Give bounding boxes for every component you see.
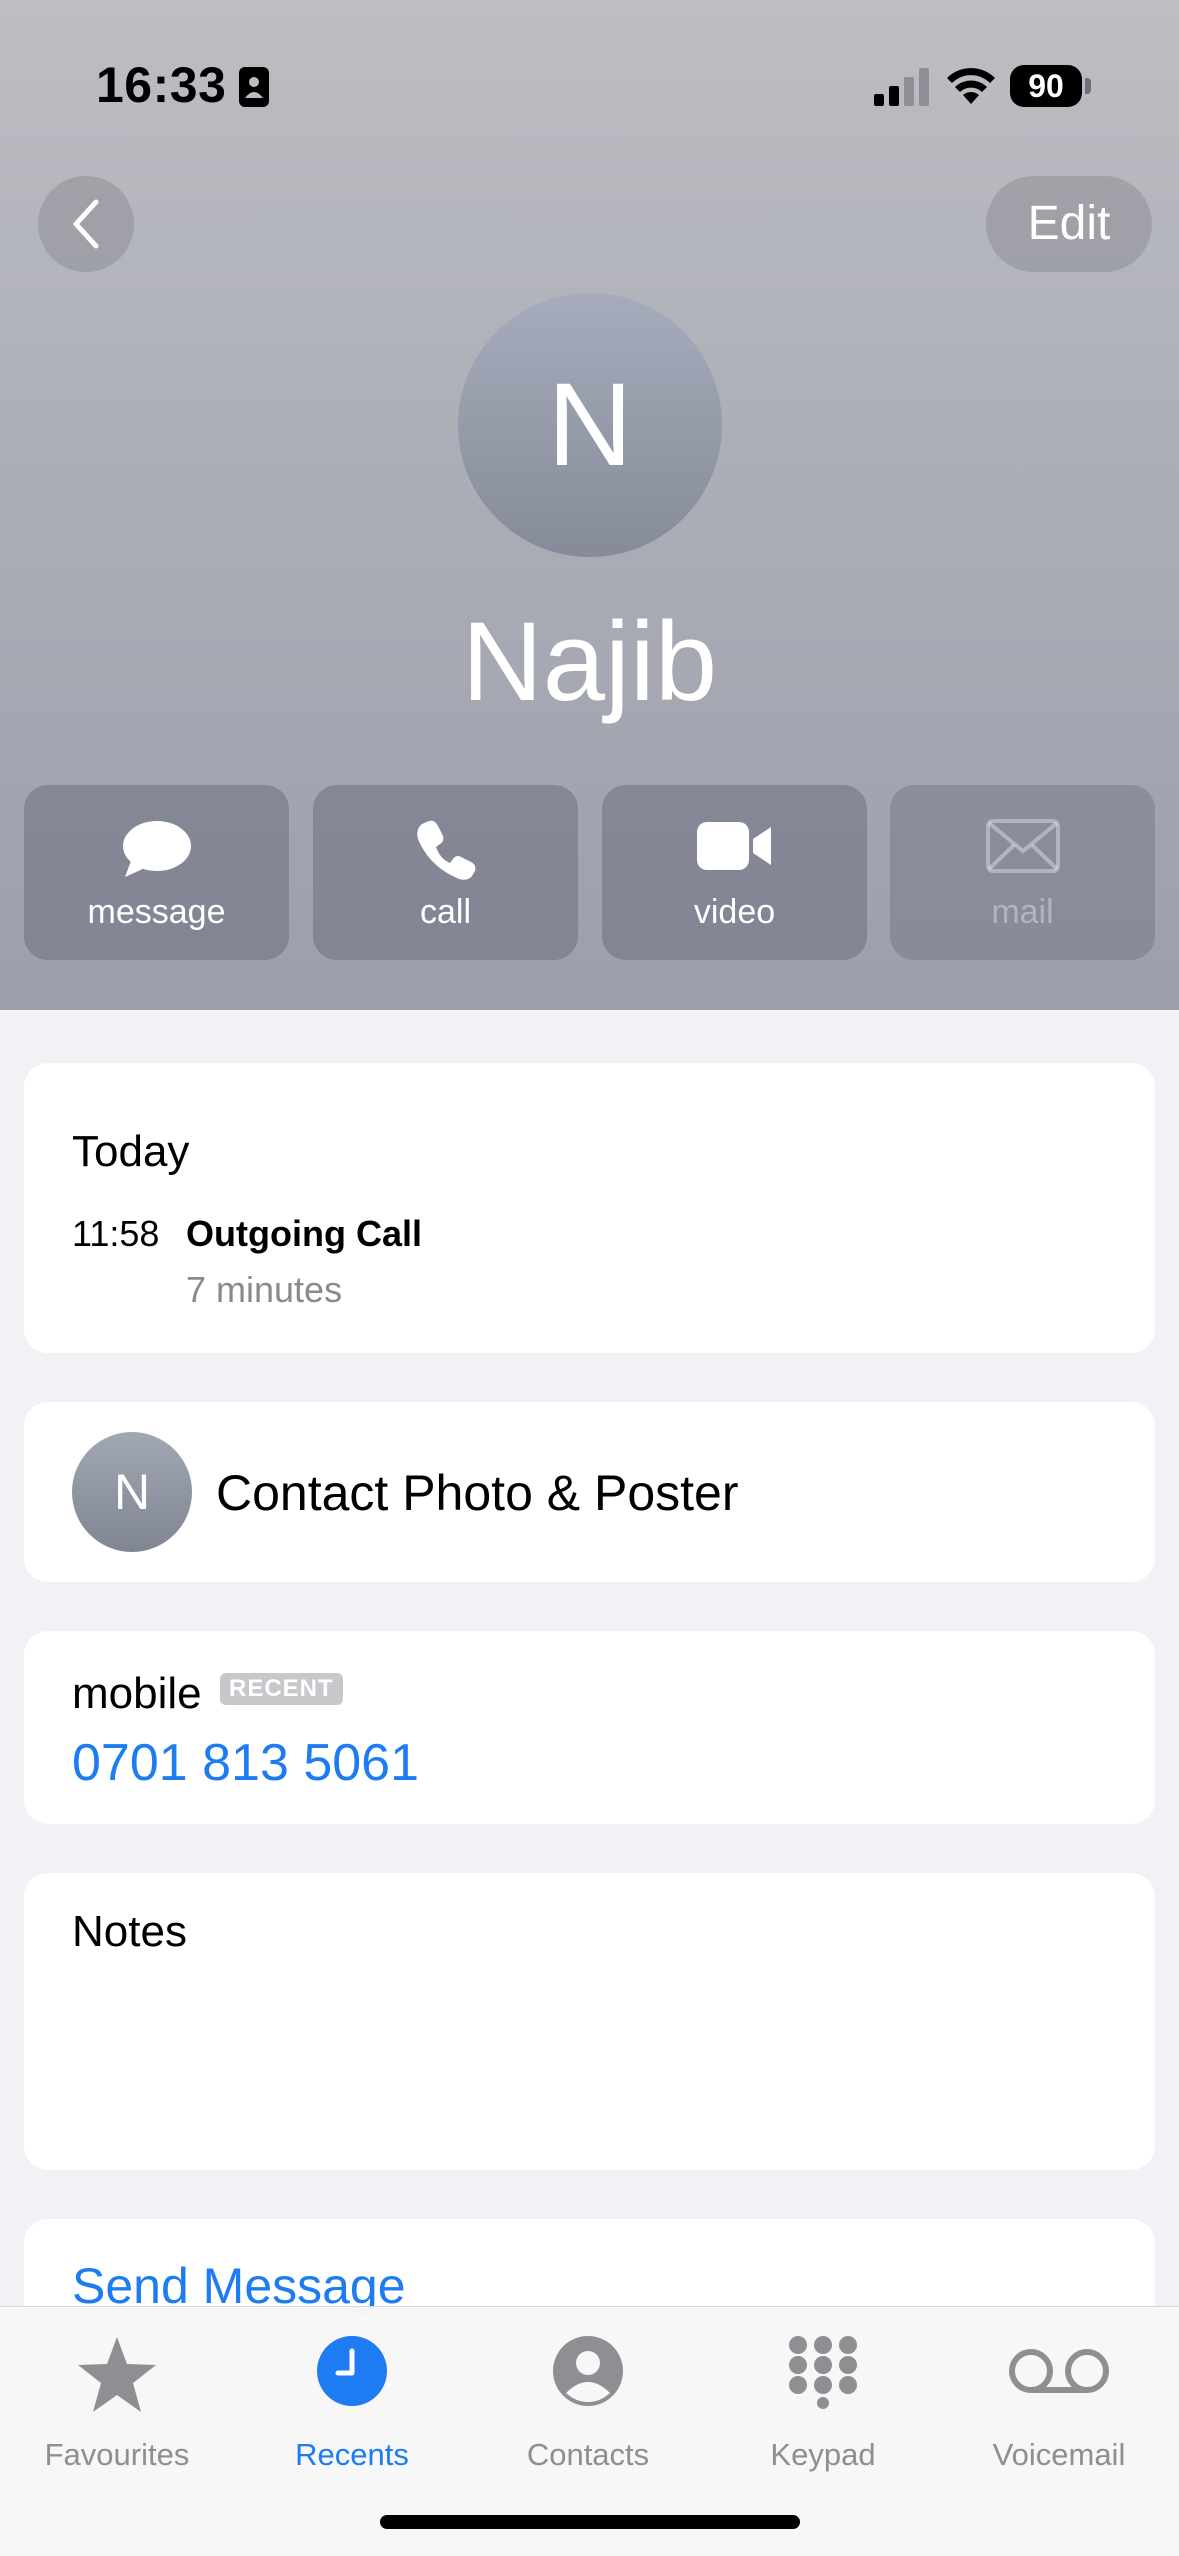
recent-day: Today [72, 1127, 190, 1176]
message-button[interactable]: message [24, 785, 289, 960]
keypad-icon [789, 2336, 857, 2409]
edit-button[interactable]: Edit [986, 176, 1152, 272]
call-type: Outgoing Call [186, 1213, 422, 1254]
phone-number-card[interactable]: mobile RECENT 0701 813 5061 [24, 1631, 1155, 1824]
action-row: message call video mail [24, 785, 1155, 960]
tab-contacts[interactable]: Contacts [473, 2327, 703, 2477]
video-button[interactable]: video [602, 785, 867, 960]
notes-label: Notes [72, 1907, 187, 1956]
tab-voicemail-label: Voicemail [992, 2437, 1126, 2472]
battery-icon: 90 [1010, 65, 1082, 107]
mail-label: mail [991, 893, 1054, 931]
chevron-left-icon [73, 199, 99, 249]
clock-icon [317, 2336, 387, 2406]
back-button[interactable] [38, 176, 134, 272]
tab-voicemail[interactable]: Voicemail [944, 2327, 1174, 2477]
phone-label: mobile [72, 1669, 202, 1718]
poster-avatar: N [72, 1432, 192, 1552]
star-icon [78, 2337, 156, 2412]
home-indicator [380, 2515, 800, 2529]
video-label: video [693, 893, 776, 931]
tab-keypad[interactable]: Keypad [708, 2327, 938, 2477]
signal-icon [874, 68, 929, 106]
call-button[interactable]: call [313, 785, 578, 960]
phone-number[interactable]: 0701 813 5061 [72, 1733, 419, 1793]
tab-favourites-label: Favourites [44, 2437, 190, 2472]
call-duration: 7 minutes [186, 1269, 343, 1310]
voicemail-icon [1009, 2349, 1109, 2393]
status-time: 16:33 [96, 57, 227, 113]
contact-photo-poster-label: Contact Photo & Poster [216, 1465, 739, 1521]
person-circle-icon [553, 2336, 623, 2406]
tab-recents[interactable]: Recents [237, 2327, 467, 2477]
tab-recents-label: Recents [295, 2437, 409, 2472]
notes-card[interactable]: Notes [24, 1873, 1155, 2170]
mail-icon [985, 819, 1060, 873]
message-icon [122, 821, 191, 877]
message-label: message [87, 893, 226, 931]
call-label: call [419, 893, 472, 931]
recent-calls-card: Today 11:58 Outgoing Call 7 minutes [24, 1063, 1155, 1353]
wifi-icon [947, 68, 995, 104]
tab-contacts-label: Contacts [526, 2437, 650, 2472]
status-bar: 16:33 90 [0, 0, 1179, 160]
battery-tip [1085, 78, 1091, 94]
phone-icon [416, 820, 475, 880]
contact-photo-poster-row[interactable]: N Contact Photo & Poster [24, 1402, 1155, 1582]
video-icon [696, 822, 771, 870]
tab-keypad-label: Keypad [770, 2437, 876, 2472]
recent-badge: RECENT [220, 1673, 343, 1705]
contact-header: 16:33 90 Edit N Najib message call video… [0, 0, 1179, 1010]
contact-avatar: N [458, 293, 722, 557]
call-time: 11:58 [72, 1213, 160, 1254]
contact-card-icon [239, 67, 269, 107]
tab-favourites[interactable]: Favourites [2, 2327, 232, 2477]
mail-button[interactable]: mail [890, 785, 1155, 960]
contact-name: Najib [461, 599, 718, 724]
